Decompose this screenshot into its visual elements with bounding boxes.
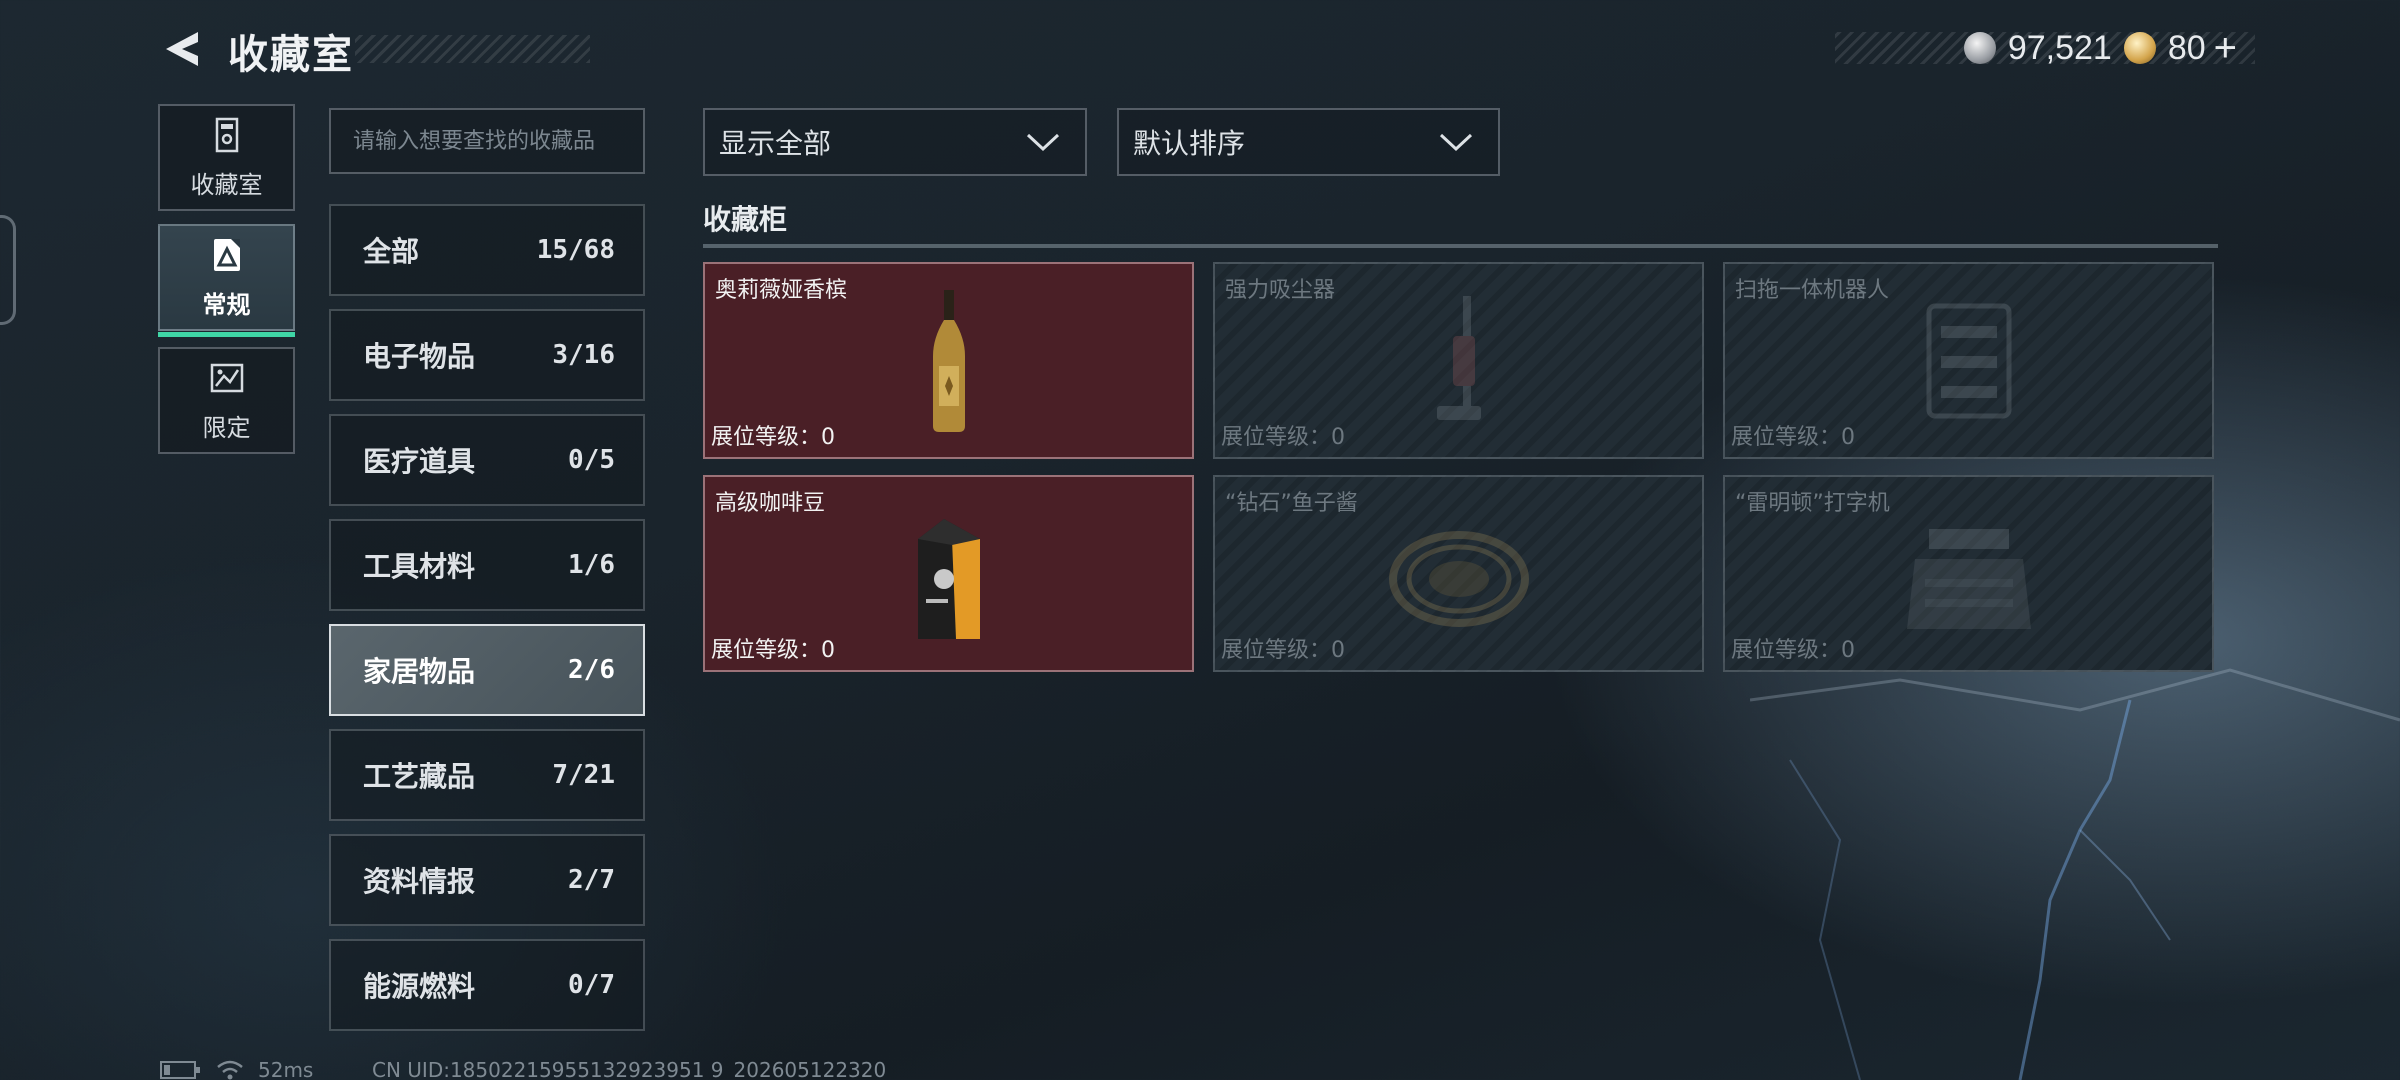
category-name: 全部: [363, 235, 420, 268]
typewriter-icon: [1906, 529, 2031, 629]
item-name: 强力吸尘器: [1225, 278, 1336, 303]
vacuum-cleaner-icon: [1436, 296, 1481, 420]
chevron-down-icon: [1026, 133, 1060, 152]
category-count: 0/7: [568, 970, 615, 1000]
regular-collection-icon: [213, 239, 240, 271]
category-energy[interactable]: 能源燃料 0/7: [329, 939, 645, 1031]
item-card-champagne[interactable]: 奥莉薇娅香槟 展位等级：0: [703, 262, 1194, 459]
item-card-robot-mop[interactable]: 扫拖一体机器人 展位等级：0: [1723, 262, 2214, 459]
robot-mop-icon: [1926, 303, 2011, 419]
category-name: 电子物品: [363, 340, 476, 373]
status-bar: 52ms: [160, 1058, 313, 1080]
item-name: 高级咖啡豆: [715, 491, 826, 516]
category-name: 医疗道具: [363, 445, 476, 478]
chevron-down-icon: [1439, 133, 1473, 152]
battery-icon: [160, 1061, 200, 1079]
category-count: 2/7: [568, 865, 615, 895]
sort-dropdown[interactable]: 默认排序: [1117, 108, 1500, 176]
category-name: 资料情报: [363, 865, 476, 898]
category-name: 工具材料: [363, 550, 476, 583]
item-name: “钻石”鱼子酱: [1225, 491, 1358, 516]
category-tools[interactable]: 工具材料 1/6: [329, 519, 645, 611]
gold-coin-icon: [2123, 32, 2156, 64]
category-intel[interactable]: 资料情报 2/7: [329, 834, 645, 926]
side-tab-label: 常规: [202, 291, 251, 319]
item-name: 扫拖一体机器人: [1735, 278, 1890, 303]
category-crafts[interactable]: 工艺藏品 7/21: [329, 729, 645, 821]
item-level: 展位等级：0: [1731, 638, 1855, 663]
uid-text: CN UID:18502215955132923951 9_2026051223…: [372, 1058, 887, 1080]
champagne-bottle-icon: [932, 290, 965, 432]
display-filter-dropdown[interactable]: 显示全部: [703, 108, 1087, 176]
item-level: 展位等级：0: [711, 425, 835, 450]
item-card-vacuum[interactable]: 强力吸尘器 展位等级：0: [1213, 262, 1704, 459]
item-card-typewriter[interactable]: “雷明顿”打字机 展位等级：0: [1723, 475, 2214, 672]
search-input[interactable]: [329, 108, 645, 174]
item-card-coffee-beans[interactable]: 高级咖啡豆 展位等级：0: [703, 475, 1194, 672]
category-count: 3/16: [552, 340, 615, 370]
category-count: 7/21: [552, 760, 615, 790]
category-count: 15/68: [536, 235, 615, 265]
left-edge-handle[interactable]: [0, 215, 16, 325]
category-count: 2/6: [568, 655, 615, 685]
category-count: 1/6: [568, 550, 615, 580]
page-title: 收藏室: [228, 32, 354, 78]
side-tab-regular[interactable]: 常规: [158, 224, 295, 337]
ping-value: 52ms: [258, 1058, 314, 1080]
item-level: 展位等级：0: [1221, 425, 1345, 450]
category-name: 工艺藏品: [363, 760, 476, 793]
sort-value: 默认排序: [1133, 127, 1246, 160]
section-title: 收藏柜: [703, 203, 788, 236]
side-tab-label: 收藏室: [190, 171, 263, 199]
add-currency-button[interactable]: +: [2214, 26, 2237, 71]
category-all[interactable]: 全部 15/68: [329, 204, 645, 296]
category-count: 0/5: [568, 445, 615, 475]
item-name: 奥莉薇娅香槟: [715, 278, 848, 303]
category-household[interactable]: 家居物品 2/6: [329, 624, 645, 716]
item-name: “雷明顿”打字机: [1735, 491, 1890, 516]
item-level: 展位等级：0: [711, 638, 835, 663]
currency-bar: 97,521 80 +: [1835, 26, 2255, 70]
side-tab-collection-room[interactable]: 收藏室: [158, 104, 295, 211]
lightning-decoration: [1750, 668, 2400, 1080]
title-decoration: [355, 35, 590, 63]
limited-collection-icon: [210, 363, 243, 393]
side-tab-label: 限定: [202, 414, 251, 442]
item-card-caviar[interactable]: “钻石”鱼子酱 展位等级：0: [1213, 475, 1704, 672]
category-medical[interactable]: 医疗道具 0/5: [329, 414, 645, 506]
item-level: 展位等级：0: [1221, 638, 1345, 663]
side-tab-limited[interactable]: 限定: [158, 347, 295, 454]
silver-currency-value: 97,521: [2007, 28, 2112, 67]
coffee-bag-icon: [917, 519, 980, 639]
item-level: 展位等级：0: [1731, 425, 1855, 450]
gold-currency-value: 80: [2167, 28, 2206, 67]
category-name: 能源燃料: [363, 970, 476, 1003]
category-name: 家居物品: [363, 655, 476, 688]
silver-coin-icon: [1963, 32, 1996, 64]
back-arrow-icon: [166, 32, 198, 66]
back-button[interactable]: [158, 28, 206, 70]
display-filter-value: 显示全部: [719, 127, 832, 160]
trophy-cabinet-icon: [215, 117, 238, 153]
caviar-tin-icon: [1388, 531, 1529, 627]
category-electronics[interactable]: 电子物品 3/16: [329, 309, 645, 401]
wifi-icon: [217, 1060, 243, 1080]
section-divider: [703, 244, 2218, 248]
